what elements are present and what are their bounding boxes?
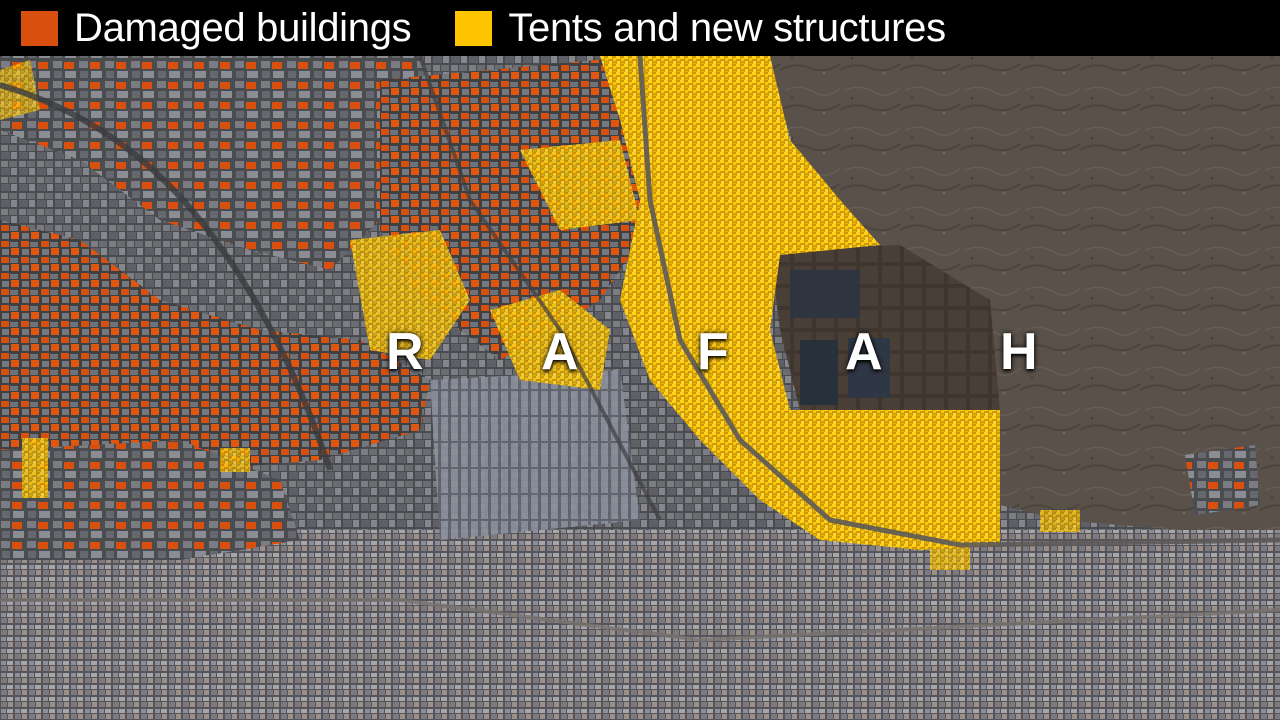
legend-label-tents: Tents and new structures <box>508 6 946 50</box>
damaged-buildings-swatch <box>21 10 58 46</box>
map-legend: Damaged buildings Tents and new structur… <box>0 0 1280 56</box>
place-label-letter-a: A <box>541 323 579 381</box>
legend-item-damaged-buildings: Damaged buildings <box>21 0 412 56</box>
tents-swatch <box>455 10 493 46</box>
place-label-letter-a-second: A <box>845 323 883 381</box>
legend-label-damaged-buildings: Damaged buildings <box>74 6 412 50</box>
legend-item-tents: Tents and new structures <box>455 0 946 56</box>
satellite-image <box>0 0 1280 720</box>
place-label-letter-h: H <box>1000 323 1038 381</box>
place-label-letter-r: R <box>386 323 424 381</box>
satellite-map-view: Damaged buildings Tents and new structur… <box>0 0 1280 720</box>
place-label-letter-f: F <box>697 323 729 381</box>
